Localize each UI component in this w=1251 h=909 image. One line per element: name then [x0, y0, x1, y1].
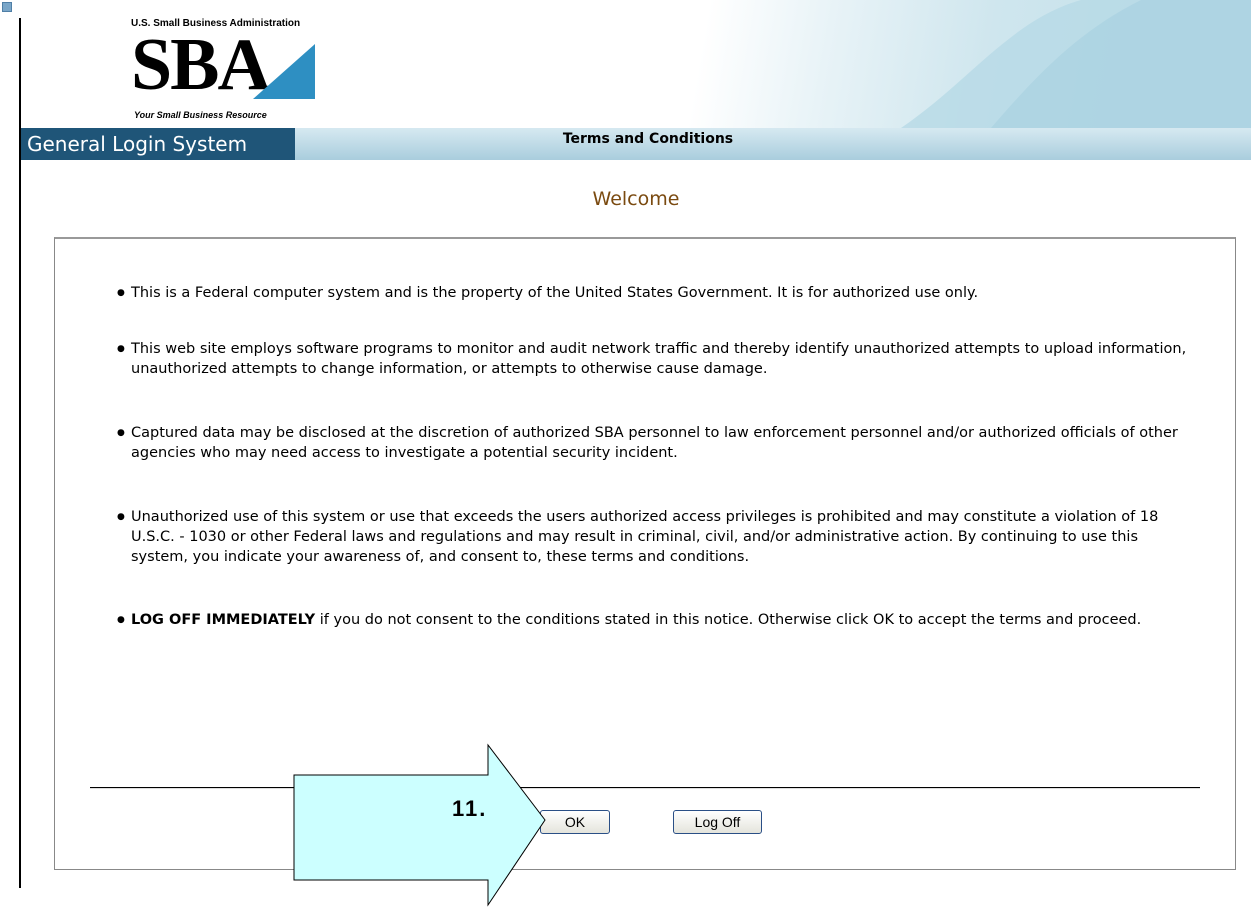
button-divider — [90, 787, 1200, 789]
sba-logo[interactable]: U.S. Small Business Administration SBA Y… — [131, 18, 321, 122]
logo-tagline: Your Small Business Resource — [134, 110, 267, 120]
header-banner: U.S. Small Business Administration SBA Y… — [21, 0, 1251, 128]
logo-wordmark: SBA — [131, 24, 271, 106]
log-off-button[interactable]: Log Off — [673, 810, 762, 834]
terms-item: This web site employs software programs … — [117, 339, 1197, 379]
log-off-warning: LOG OFF IMMEDIATELY — [131, 612, 316, 628]
step-label: 11. — [452, 796, 488, 821]
page-icon — [2, 2, 12, 12]
header-swoosh-graphic — [901, 0, 1251, 128]
terms-panel: This is a Federal computer system and is… — [54, 237, 1236, 870]
terms-item: LOG OFF IMMEDIATELY if you do not consen… — [117, 610, 1197, 630]
terms-item: Unauthorized use of this system or use t… — [117, 507, 1197, 567]
terms-list: This is a Federal computer system and is… — [117, 283, 1197, 630]
page-title: Terms and Conditions — [562, 131, 734, 147]
terms-item: This is a Federal computer system and is… — [117, 283, 1197, 303]
log-off-instruction: if you do not consent to the conditions … — [315, 612, 1142, 628]
welcome-heading: Welcome — [592, 188, 680, 210]
logo-triangle-icon — [253, 44, 315, 99]
terms-item: Captured data may be disclosed at the di… — [117, 423, 1197, 463]
ok-button[interactable]: OK — [540, 810, 610, 834]
system-title: General Login System — [21, 128, 295, 160]
